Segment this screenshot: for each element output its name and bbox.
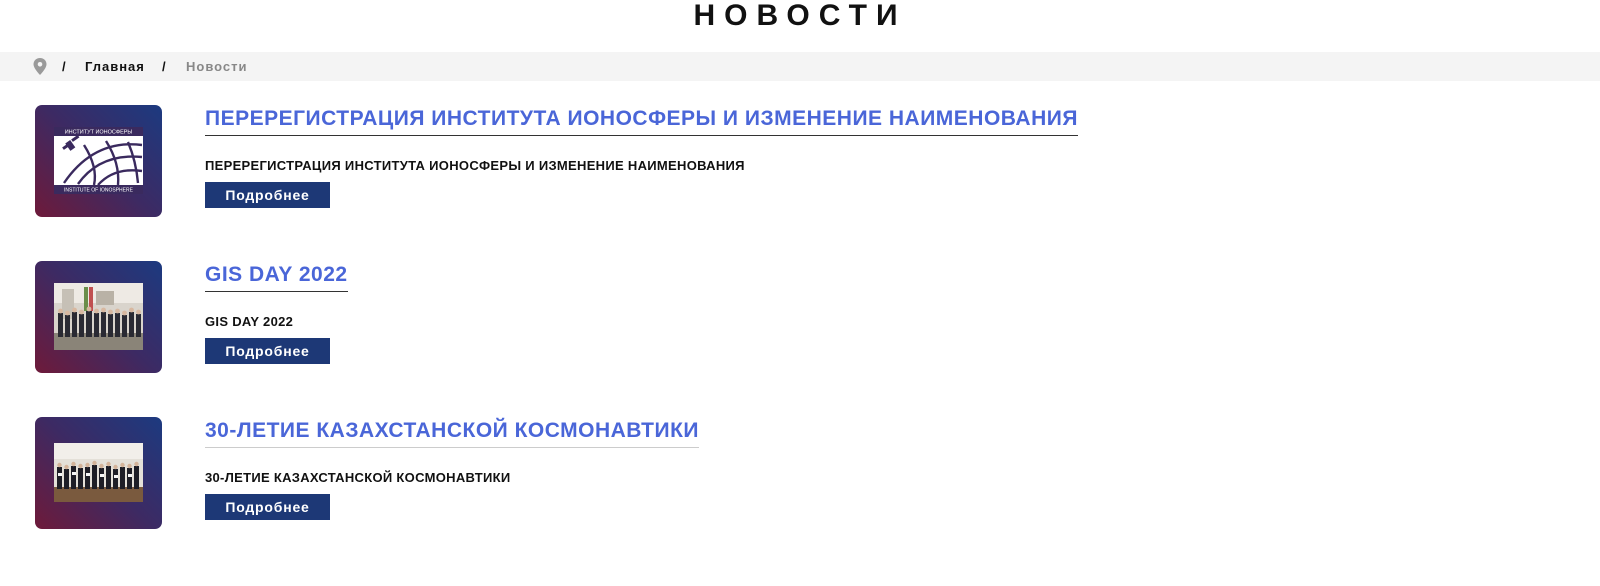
group-photo-image: [54, 283, 143, 350]
breadcrumb-separator: /: [162, 59, 167, 74]
news-thumbnail[interactable]: [35, 261, 162, 373]
news-thumbnail[interactable]: [35, 417, 162, 529]
news-thumbnail[interactable]: ИНСТИТУТ ИОНОСФЕРЫ INSTITUTE OF IONOSPHE…: [35, 105, 162, 217]
news-item: 30-ЛЕТИЕ КАЗАХСТАНСКОЙ КОСМОНАВТИКИ 30-Л…: [0, 417, 1600, 529]
more-button[interactable]: Подробнее: [205, 338, 330, 364]
institute-logo-image: ИНСТИТУТ ИОНОСФЕРЫ INSTITUTE OF IONOSPHE…: [54, 127, 143, 194]
breadcrumb-separator: /: [62, 59, 67, 74]
logo-top-text: ИНСТИТУТ ИОНОСФЕРЫ: [65, 130, 133, 136]
page-title: НОВОСТИ: [693, 0, 907, 32]
news-description: 30-ЛЕТИЕ КАЗАХСТАНСКОЙ КОСМОНАВТИКИ: [205, 470, 511, 485]
breadcrumb-current: Новости: [186, 59, 248, 74]
logo-bottom-text: INSTITUTE OF IONOSPHERE: [64, 188, 134, 194]
news-description: ПЕРЕРЕГИСТРАЦИЯ ИНСТИТУТА ИОНОСФЕРЫ И ИЗ…: [205, 158, 745, 173]
map-pin-icon: [33, 58, 47, 75]
breadcrumb-home-link[interactable]: Главная: [85, 59, 145, 74]
breadcrumb: / Главная / Новости: [0, 52, 1600, 81]
group-photo-image: [54, 443, 143, 502]
news-title-link[interactable]: ПЕРЕРЕГИСТРАЦИЯ ИНСТИТУТА ИОНОСФЕРЫ И ИЗ…: [205, 107, 1078, 136]
news-title-link[interactable]: 30-ЛЕТИЕ КАЗАХСТАНСКОЙ КОСМОНАВТИКИ: [205, 419, 699, 448]
news-description: GIS DAY 2022: [205, 314, 294, 329]
more-button[interactable]: Подробнее: [205, 494, 330, 520]
news-title-link[interactable]: GIS DAY 2022: [205, 263, 348, 292]
news-item: GIS DAY 2022 GIS DAY 2022 Подробнее: [0, 261, 1600, 373]
news-item: ИНСТИТУТ ИОНОСФЕРЫ INSTITUTE OF IONOSPHE…: [0, 105, 1600, 217]
more-button[interactable]: Подробнее: [205, 182, 330, 208]
